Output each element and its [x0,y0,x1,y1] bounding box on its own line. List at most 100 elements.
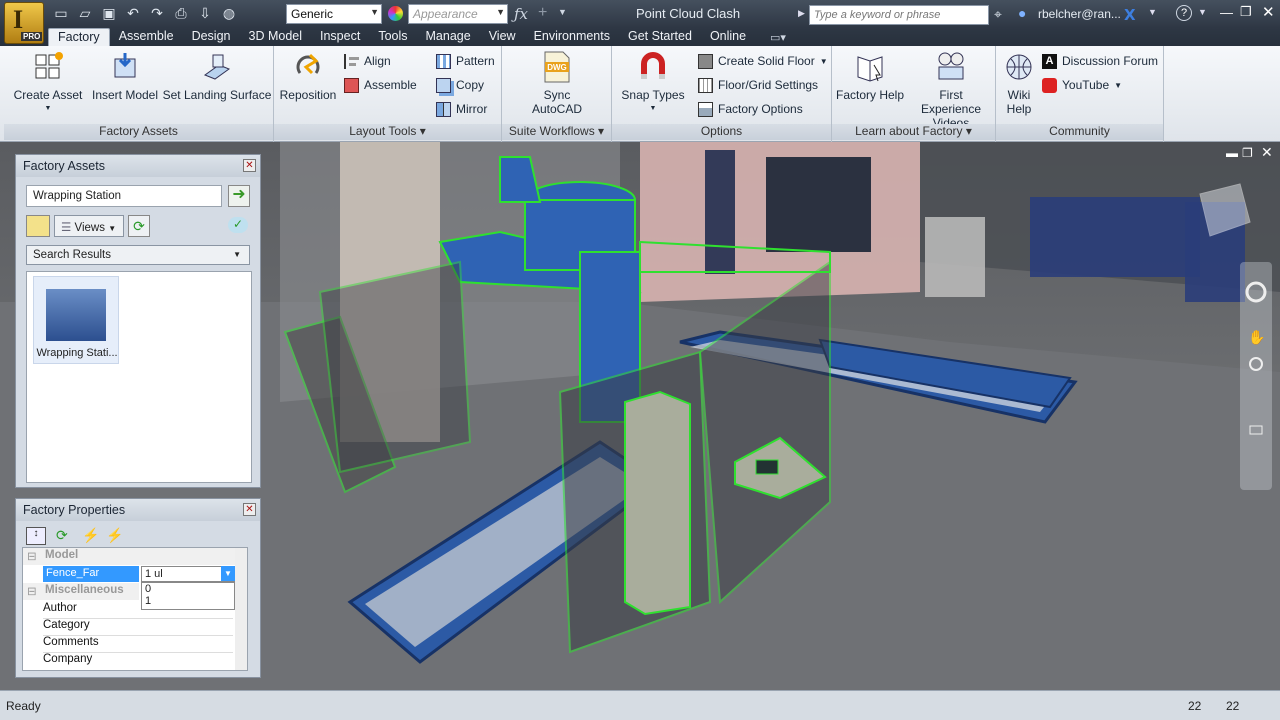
lightning-icon[interactable]: ⚡ [82,527,99,544]
factory-options-button[interactable]: Factory Options [698,100,803,118]
panel-label-community[interactable]: Community [996,124,1163,140]
panel-factory-assets: Create Asset ▼ Insert Model Set Landing S… [4,46,274,142]
pattern-button[interactable]: Pattern [436,52,495,70]
exchange-x-icon[interactable]: X [1124,6,1136,24]
insert-model-button[interactable]: Insert Model [90,50,160,102]
maximize-icon[interactable]: ❐ [1240,4,1252,20]
wiki-help-button[interactable]: Wiki Help [998,50,1040,116]
plus-icon[interactable]: + [538,4,547,22]
qat-dropdown-icon[interactable]: ▼ [558,7,567,17]
collapse-misc-icon[interactable]: ⊟ [27,584,37,598]
refresh-icon[interactable]: ⟳ [128,215,150,237]
palette-close-icon[interactable]: ✕ [243,159,256,172]
tab-get-started[interactable]: Get Started [619,28,701,46]
reposition-label: Reposition [279,88,337,102]
redo-icon[interactable]: ↷ [148,5,166,23]
property-company[interactable]: Company [43,653,233,670]
open-icon[interactable]: ▱ [76,5,94,23]
help-search-input[interactable]: Type a keyword or phrase [809,5,989,25]
navigation-bar[interactable] [1240,262,1272,490]
cloud-sync-icon[interactable]: ✓ [228,217,248,233]
properties-refresh-icon[interactable]: ⟳ [56,527,68,544]
visual-style-select[interactable]: Generic ▼ [286,4,382,24]
align-button[interactable]: Align [344,52,391,70]
collapse-model-icon[interactable]: ⊟ [27,549,37,563]
copy-button[interactable]: Copy [436,76,484,94]
expand-arrow-icon[interactable]: ▶ [798,8,805,19]
asset-item-wrapping-station[interactable]: Wrapping Stati... [33,276,119,364]
exchange-dropdown-icon[interactable]: ▼ [1148,7,1157,17]
panel-label-layout-tools[interactable]: Layout Tools ▾ [274,124,501,140]
create-asset-button[interactable]: Create Asset ▼ [10,50,86,116]
folder-up-icon[interactable] [26,215,50,237]
sync-autocad-button[interactable]: DWG Sync AutoCAD [522,50,592,116]
tab-assemble[interactable]: Assemble [110,28,183,46]
tab-manage[interactable]: Manage [417,28,480,46]
application-menu-button[interactable]: I PRO [4,2,44,44]
asset-search-input[interactable]: Wrapping Station [26,185,222,207]
property-comments[interactable]: Comments [43,636,233,653]
tab-online[interactable]: Online [701,28,755,46]
property-author[interactable]: Author [43,602,233,619]
tab-design[interactable]: Design [183,28,240,46]
function-icon[interactable]: ƒx [514,5,528,23]
lightning-plus-icon[interactable]: ⚡ [106,527,123,544]
panel-label-factory-assets[interactable]: Factory Assets [4,124,273,140]
panel-label-options[interactable]: Options [612,124,831,140]
new-icon[interactable]: ▭ [52,5,70,23]
minimize-icon[interactable]: — [1220,5,1233,20]
factory-help-button[interactable]: Factory Help [834,50,906,102]
viewport-close-icon[interactable]: ✕ [1261,144,1273,161]
panel-label-suite-workflows[interactable]: Suite Workflows ▾ [502,124,611,140]
fence-far-option-0[interactable]: 0 [142,583,234,595]
help-icon[interactable]: ? [1176,5,1192,21]
save-icon[interactable]: ▣ [100,5,118,23]
print-icon[interactable]: ⎙ [172,5,190,23]
viewport-restore-icon[interactable]: ❐ [1242,146,1253,160]
create-solid-floor-button[interactable]: Create Solid Floor ▼ [698,52,828,70]
category-model[interactable]: ⊟ Model [23,548,247,565]
ribbon-minimize-icon[interactable]: ▭▾ [770,31,786,44]
mirror-button[interactable]: Mirror [436,100,487,118]
discussion-forum-button[interactable]: A Discussion Forum [1042,52,1158,70]
close-icon[interactable]: ✕ [1262,3,1275,21]
reposition-button[interactable]: Reposition [276,50,340,102]
floor-grid-settings-button[interactable]: Floor/Grid Settings [698,76,818,94]
set-landing-surface-button[interactable]: Set Landing Surface [162,50,272,102]
fence-far-label[interactable]: Fence_Far [43,566,139,582]
tab-view[interactable]: View [480,28,525,46]
youtube-button[interactable]: YouTube ▼ [1042,76,1122,94]
appearance-select[interactable]: Appearance ▼ [408,4,508,24]
user-icon[interactable]: ● [1018,5,1026,21]
property-category[interactable]: Category [43,619,233,636]
username-label[interactable]: rbelcher@ran... [1038,7,1121,21]
pan-icon[interactable]: ✋ [1248,329,1265,346]
assemble-button[interactable]: Assemble [344,76,417,94]
ribbon: Create Asset ▼ Insert Model Set Landing S… [0,46,1280,142]
snap-types-button[interactable]: Snap Types ▼ [618,50,688,116]
fence-far-dropdown-icon[interactable]: ▼ [221,566,235,581]
undo-icon[interactable]: ↶ [124,5,142,23]
help-dropdown-icon[interactable]: ▼ [1198,7,1207,17]
category-miscellaneous[interactable]: ⊟ Miscellaneous [23,583,139,600]
panel-label-learn[interactable]: Learn about Factory ▾ [832,124,995,140]
color-wheel-icon[interactable] [388,6,403,21]
tab-tools[interactable]: Tools [369,28,416,46]
update-icon[interactable]: ⇩ [196,5,214,23]
search-go-icon[interactable]: ➜ [228,185,250,207]
tab-factory[interactable]: Factory [48,28,110,46]
material-icon[interactable]: ◍ [220,5,238,23]
panel-options: Snap Types ▼ Create Solid Floor ▼ Floor/Gr… [612,46,832,142]
viewport-minimize-icon[interactable]: ▬ [1226,146,1238,160]
results-dropdown[interactable]: Search Results ▼ [26,245,250,265]
tab-3d-model[interactable]: 3D Model [240,28,312,46]
tab-environments[interactable]: Environments [525,28,619,46]
views-dropdown[interactable]: ☰ Views ▼ [54,215,124,237]
first-experience-videos-button[interactable]: First Experience Videos [908,50,994,130]
sort-az-icon[interactable]: ↕ [26,527,46,545]
property-scrollbar[interactable] [235,548,247,670]
tab-inspect[interactable]: Inspect [311,28,369,46]
properties-close-icon[interactable]: ✕ [243,503,256,516]
title-bar: I PRO ▭ ▱ ▣ ↶ ↷ ⎙ ⇩ ◍ Generic ▼ Appearanc… [0,0,1280,44]
binoculars-icon[interactable]: ⌖ [994,6,1002,23]
